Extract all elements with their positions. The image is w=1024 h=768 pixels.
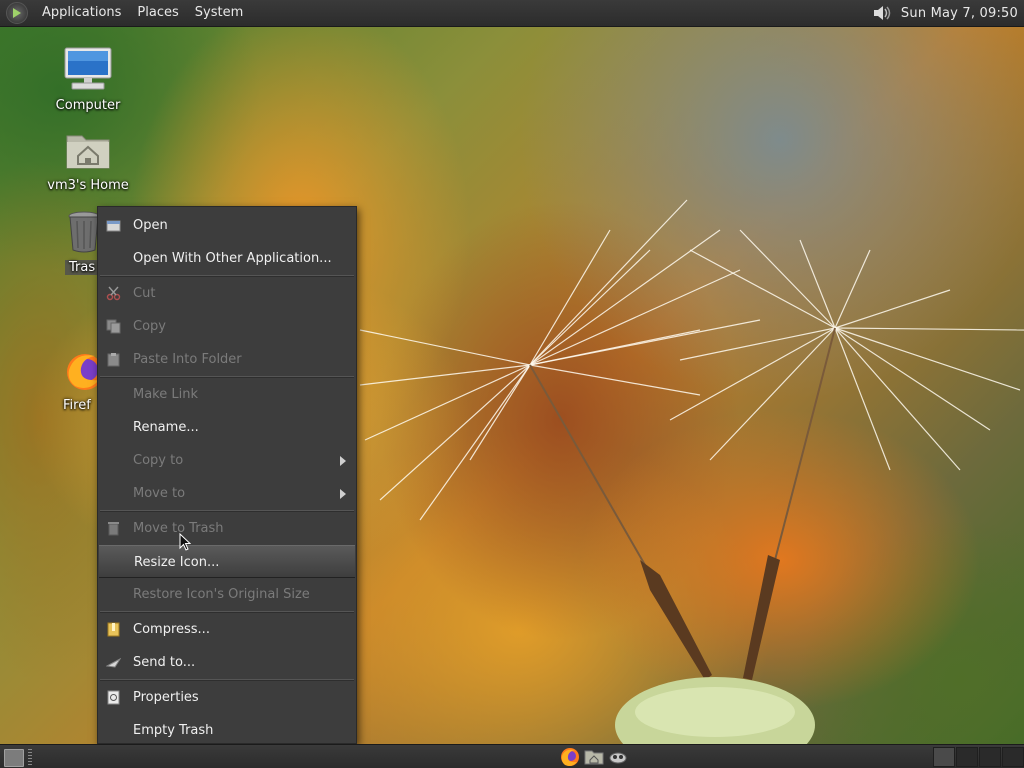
menu-item-move-to-trash[interactable]: Move to Trash: [98, 512, 356, 545]
submenu-arrow-icon: [340, 489, 346, 499]
paste-icon: [107, 353, 120, 367]
firefox-launcher-icon[interactable]: [560, 747, 580, 767]
mint-menu-icon[interactable]: [6, 2, 28, 24]
menu-item-label: Copy to: [133, 453, 184, 468]
applications-menu[interactable]: Applications: [34, 0, 129, 26]
computer-icon: [64, 47, 112, 90]
menu-item-label: Cut: [133, 286, 156, 301]
home-folder-icon: [66, 135, 110, 169]
desktop-context-menu: Open Open With Other Application... Cut …: [97, 206, 357, 744]
file-manager-launcher-icon[interactable]: [584, 747, 604, 767]
places-menu[interactable]: Places: [129, 0, 186, 26]
trash-icon: [68, 211, 100, 253]
menu-item-label: Rename...: [133, 420, 199, 435]
menu-item-empty-trash[interactable]: Empty Trash: [98, 714, 356, 747]
launcher-group: [560, 747, 628, 767]
open-icon: [106, 220, 121, 232]
workspace-3[interactable]: [979, 747, 1001, 767]
menu-item-copy[interactable]: Copy: [98, 310, 356, 343]
menu-item-label: Move to: [133, 486, 186, 501]
menu-item-label: Restore Icon's Original Size: [133, 587, 310, 602]
menu-item-paste-into-folder[interactable]: Paste Into Folder: [98, 343, 356, 376]
menu-item-label: Copy: [133, 319, 166, 334]
workspace-1[interactable]: [933, 747, 955, 767]
show-desktop-icon[interactable]: [4, 749, 24, 767]
screenshot-launcher-icon[interactable]: [608, 747, 628, 767]
panel-grip[interactable]: [28, 749, 32, 765]
menu-item-label: Open: [133, 218, 168, 233]
desktop-icon-label: Computer: [55, 98, 121, 113]
menu-item-label: Empty Trash: [133, 723, 214, 738]
menu-item-label: Resize Icon...: [134, 555, 220, 570]
desktop-icon-computer[interactable]: Computer: [43, 46, 133, 113]
menu-item-cut[interactable]: Cut: [98, 277, 356, 310]
menu-item-copy-to[interactable]: Copy to: [98, 444, 356, 477]
copy-icon: [106, 319, 121, 334]
menu-item-label: Properties: [133, 690, 199, 705]
desktop-icon-label: vm3's Home: [47, 178, 129, 193]
top-panel: Applications Places System Sun May 7, 09…: [0, 0, 1024, 27]
menu-item-open-with[interactable]: Open With Other Application...: [98, 242, 356, 275]
desktop-icon-home[interactable]: vm3's Home: [43, 128, 133, 193]
menu-item-label: Paste Into Folder: [133, 352, 242, 367]
menu-item-restore-icon-size[interactable]: Restore Icon's Original Size: [98, 578, 356, 611]
send-icon: [106, 657, 121, 668]
archive-icon: [107, 622, 120, 637]
submenu-arrow-icon: [340, 456, 346, 466]
bottom-panel: [0, 744, 1024, 768]
scissors-icon: [106, 286, 121, 301]
menu-item-send-to[interactable]: Send to...: [98, 646, 356, 679]
workspace-2[interactable]: [956, 747, 978, 767]
menu-item-rename[interactable]: Rename...: [98, 411, 356, 444]
menu-item-move-to[interactable]: Move to: [98, 477, 356, 510]
menu-item-properties[interactable]: Properties: [98, 681, 356, 714]
menu-item-compress[interactable]: Compress...: [98, 613, 356, 646]
menu-item-open[interactable]: Open: [98, 209, 356, 242]
mouse-pointer-icon: [179, 533, 191, 551]
menu-item-label: Compress...: [133, 622, 210, 637]
clock[interactable]: Sun May 7, 09:50: [901, 6, 1018, 21]
menu-item-label: Make Link: [133, 387, 198, 402]
menu-item-label: Send to...: [133, 655, 196, 670]
system-menu[interactable]: System: [187, 0, 251, 26]
properties-icon: [107, 690, 120, 705]
trash-small-icon: [108, 522, 119, 536]
workspace-4[interactable]: [1002, 747, 1024, 767]
desktop-icon-label: Tras: [65, 260, 100, 275]
menu-item-resize-icon[interactable]: Resize Icon...: [99, 545, 355, 578]
menu-item-make-link[interactable]: Make Link: [98, 378, 356, 411]
menu-item-label: Open With Other Application...: [133, 251, 332, 266]
speaker-icon[interactable]: [871, 3, 893, 23]
workspace-switcher: [932, 747, 1024, 767]
